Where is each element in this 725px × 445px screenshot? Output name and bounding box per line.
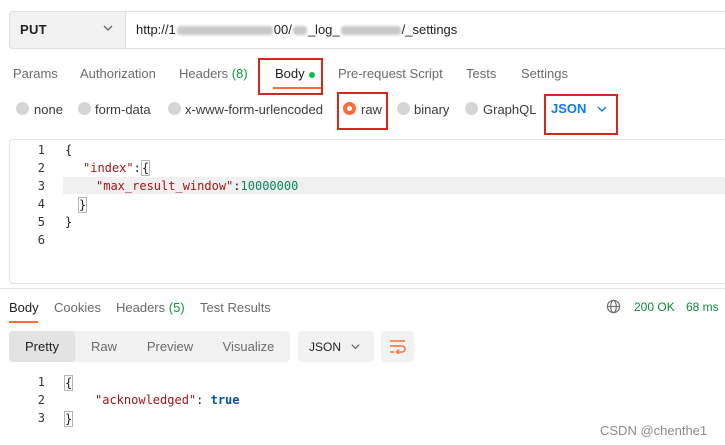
line-number: 2 [37, 393, 45, 407]
radio-binary[interactable] [397, 102, 410, 115]
response-tab-headers[interactable]: Headers (5) [116, 300, 185, 315]
tab-tests[interactable]: Tests [466, 66, 496, 81]
radio-graphql-label: GraphQL [483, 102, 537, 117]
response-tab-test-results[interactable]: Test Results [200, 300, 271, 315]
code-line-acknowledged: "acknowledged": true [95, 393, 240, 407]
response-headers-count: (5) [168, 300, 185, 315]
code-brace-close: } [65, 215, 73, 229]
pane-divider[interactable] [0, 288, 725, 289]
json-key-acknowledged: "acknowledged" [95, 393, 197, 407]
code-bracket-match: } [78, 197, 88, 213]
json-value-setting: 10000000 [240, 179, 299, 193]
url-prefix: http://1 [136, 22, 176, 37]
radio-none-label: none [34, 102, 63, 117]
highlight-box-body [258, 58, 323, 95]
tab-headers-label: Headers [179, 66, 229, 81]
code-bracket-match: { [64, 375, 74, 391]
view-pretty[interactable]: Pretty [9, 331, 75, 362]
tab-pre-request-script[interactable]: Pre-request Script [338, 66, 443, 81]
radio-none[interactable] [16, 102, 29, 115]
code-line-index: "index":{ [83, 160, 151, 176]
line-number: 6 [37, 233, 45, 247]
status-code[interactable]: 200 OK [634, 300, 675, 314]
line-number: 2 [37, 161, 45, 175]
radio-urlencoded-label: x-www-form-urlencoded [185, 102, 323, 117]
radio-urlencoded[interactable] [168, 102, 181, 115]
chevron-down-icon [351, 344, 360, 350]
redacted-segment [292, 26, 307, 36]
url-suffix: /_settings [401, 22, 458, 37]
chevron-down-icon [103, 25, 113, 31]
url-path-part: _log_ [307, 22, 340, 37]
url-path-part: 00/ [273, 22, 292, 37]
method-label: PUT [20, 22, 47, 37]
radio-binary-label: binary [414, 102, 450, 117]
response-tab-cookies[interactable]: Cookies [54, 300, 101, 315]
highlight-box-json [544, 94, 618, 135]
radio-form-data[interactable] [78, 102, 91, 115]
headers-count: (8) [231, 66, 248, 81]
response-time[interactable]: 68 ms [686, 300, 719, 314]
json-key-setting: "max_result_window" [96, 179, 234, 193]
view-visualize[interactable]: Visualize [207, 331, 290, 362]
response-format-label: JSON [309, 340, 342, 354]
code-bracket-match: } [64, 411, 74, 427]
globe-icon[interactable] [606, 299, 621, 314]
watermark: CSDN @chenthe1 [600, 423, 708, 438]
response-tab-body[interactable]: Body [9, 300, 39, 315]
highlight-box-raw [337, 92, 388, 130]
code-line-setting: "max_result_window":10000000 [96, 179, 299, 193]
wrap-lines-icon [390, 340, 406, 354]
json-value-acknowledged: true [210, 393, 240, 407]
line-number: 3 [37, 411, 45, 425]
tab-authorization[interactable]: Authorization [80, 66, 156, 81]
tab-settings[interactable]: Settings [521, 66, 568, 81]
line-number: 1 [37, 143, 45, 157]
line-number: 1 [37, 375, 45, 389]
code-bracket-match: { [140, 160, 151, 176]
view-preview[interactable]: Preview [133, 331, 207, 362]
tab-params[interactable]: Params [13, 66, 58, 81]
tab-headers[interactable]: Headers (8) [179, 66, 248, 81]
radio-form-data-label: form-data [95, 102, 151, 117]
redacted-host [176, 26, 273, 36]
response-tab-headers-label: Headers [116, 300, 166, 315]
line-number: 3 [37, 179, 45, 193]
code-brace-open: { [65, 143, 73, 157]
radio-graphql[interactable] [465, 102, 478, 115]
view-raw[interactable]: Raw [75, 331, 133, 362]
line-number: 4 [37, 197, 45, 211]
line-number: 5 [37, 215, 45, 229]
redacted-segment [340, 26, 401, 36]
response-tab-underline [9, 321, 38, 323]
json-key-index: "index" [83, 161, 134, 175]
url-input[interactable]: http://1 00/ _log_ /_settings [136, 22, 457, 37]
